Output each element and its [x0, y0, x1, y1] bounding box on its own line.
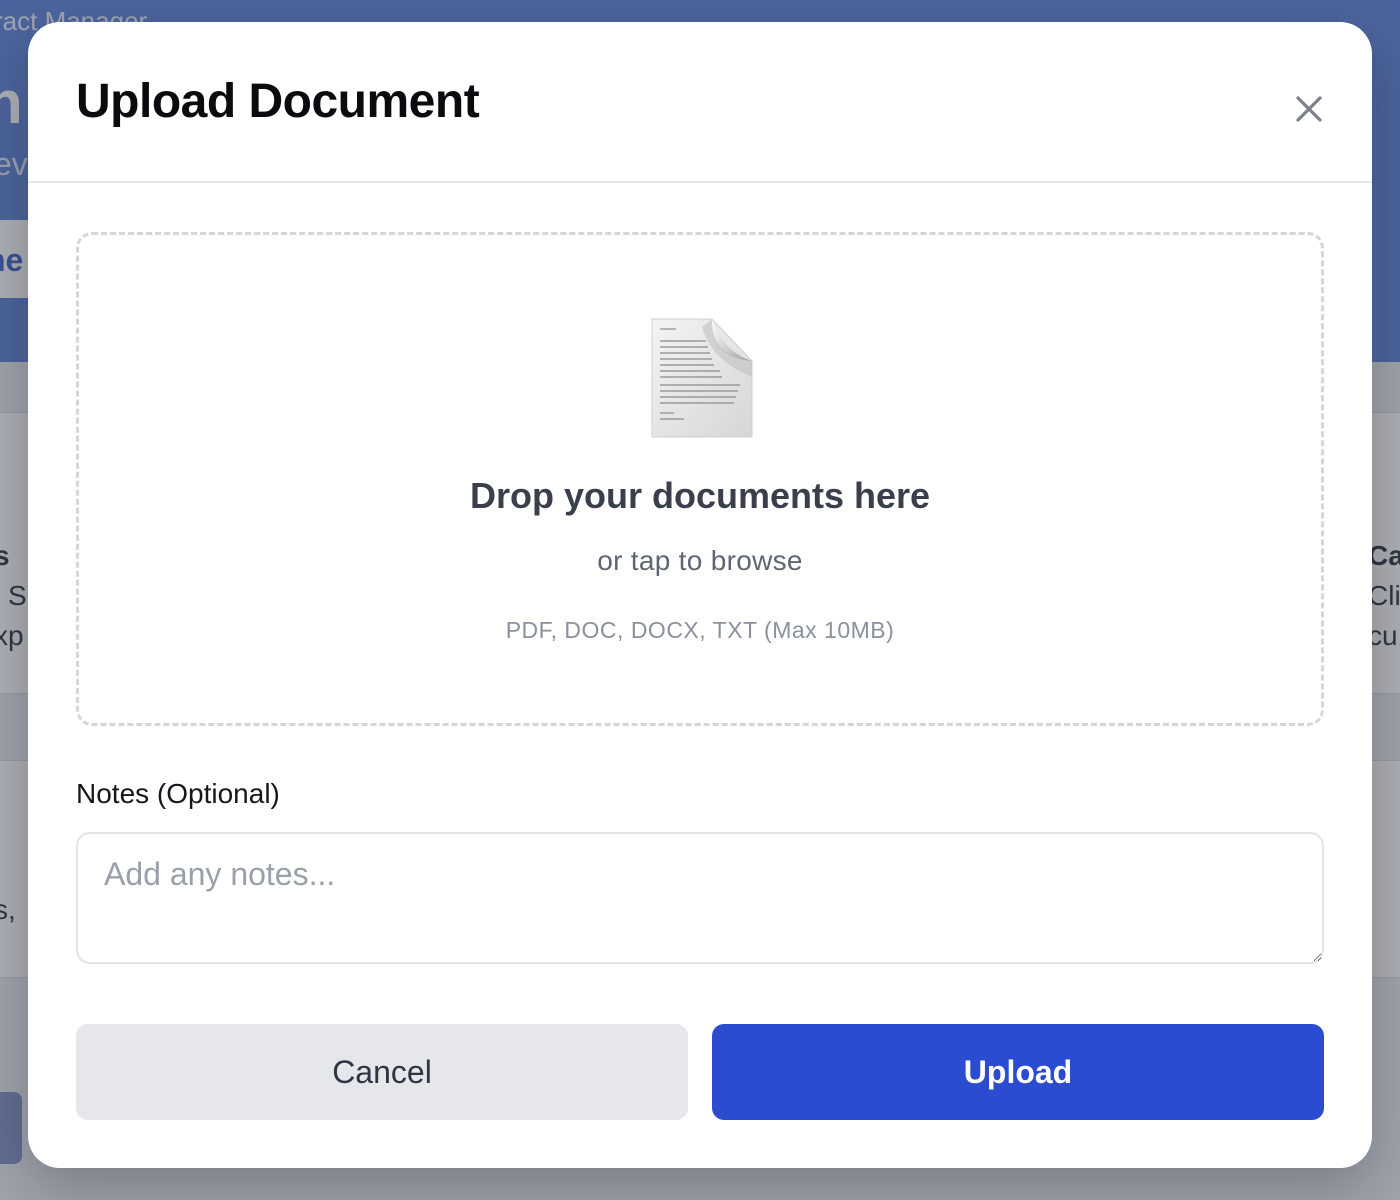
upload-document-modal: Upload Document Drop your documents here… [28, 22, 1372, 1168]
dropzone-title: Drop your documents here [469, 475, 931, 516]
dropzone-formats: PDF, DOC, DOCX, TXT (Max 10MB) [505, 617, 895, 643]
cancel-button[interactable]: Cancel [76, 1024, 688, 1120]
upload-button[interactable]: Upload [712, 1024, 1324, 1120]
dropzone-subtitle: or tap to browse [597, 545, 803, 576]
notes-textarea[interactable] [76, 832, 1324, 964]
modal-header: Upload Document [28, 22, 1372, 183]
close-button[interactable] [1286, 86, 1332, 132]
document-icon [651, 318, 753, 438]
notes-label: Notes (Optional) [76, 778, 280, 809]
close-icon [1296, 96, 1322, 122]
file-dropzone[interactable]: Drop your documents here or tap to brows… [76, 232, 1324, 726]
modal-title: Upload Document [76, 75, 480, 128]
